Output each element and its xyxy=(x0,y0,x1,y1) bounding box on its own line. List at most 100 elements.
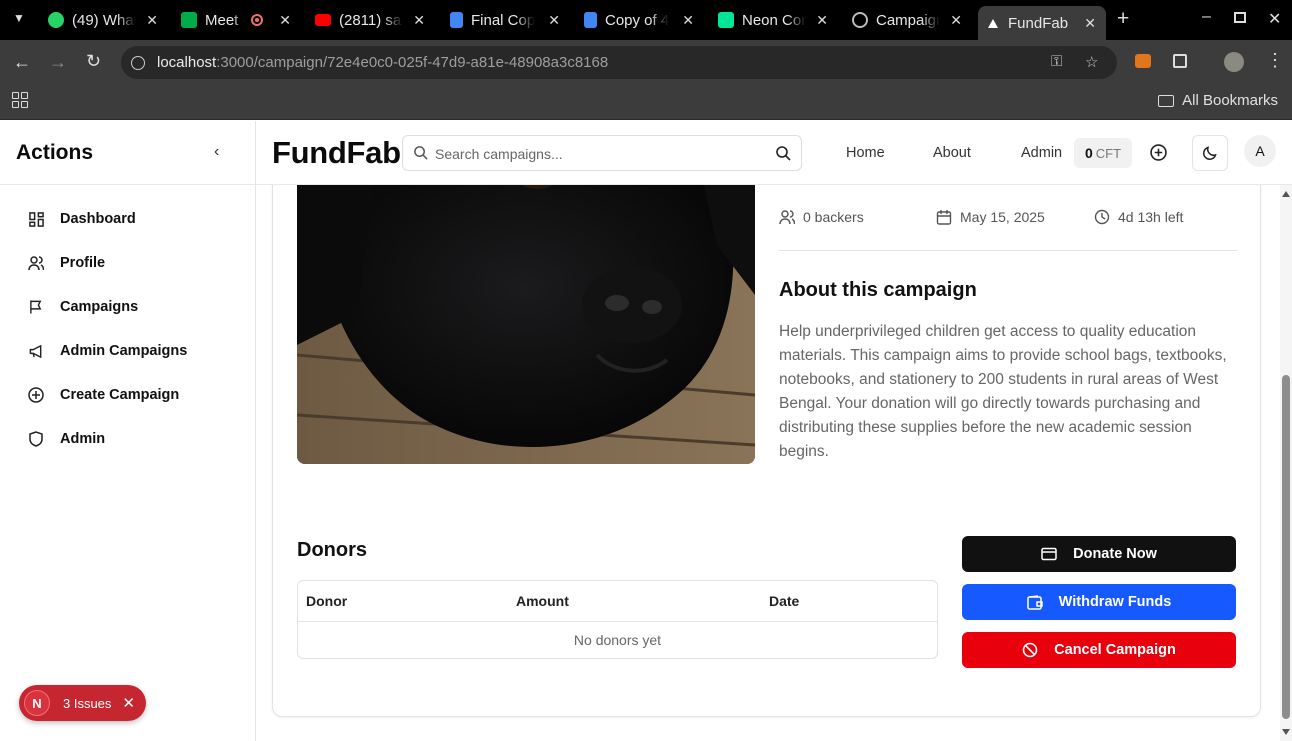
campaign-image xyxy=(297,185,755,464)
close-tab-icon[interactable]: ✕ xyxy=(950,12,962,29)
reload-icon[interactable]: ↻ xyxy=(86,51,101,72)
nav-about[interactable]: About xyxy=(933,145,971,161)
chevron-left-icon[interactable]: ‹ xyxy=(214,143,219,161)
forward-icon[interactable]: → xyxy=(49,52,67,73)
theme-toggle-button[interactable] xyxy=(1192,135,1228,171)
extensions-puzzle-icon[interactable] xyxy=(1173,54,1187,68)
scroll-up-arrow-icon[interactable] xyxy=(1282,191,1290,197)
globe-icon xyxy=(852,12,868,28)
cft-unit: CFT xyxy=(1095,145,1122,161)
browser-tab[interactable]: Neon Console ✕ xyxy=(718,6,828,34)
app-logo[interactable]: FundFab xyxy=(272,135,401,171)
tab-title: (49) WhatsApp xyxy=(72,11,136,29)
campaign-date: May 15, 2025 xyxy=(936,209,1045,225)
browser-tab[interactable]: (49) WhatsApp ✕ xyxy=(48,6,158,34)
sidebar: Actions ‹ Dashboard Profile Campaigns Ad… xyxy=(0,121,256,741)
all-bookmarks[interactable]: All Bookmarks xyxy=(1158,92,1278,109)
credit-card-icon xyxy=(1041,547,1057,561)
close-tab-icon[interactable]: ✕ xyxy=(279,12,291,29)
search-placeholder: Search campaigns... xyxy=(435,146,563,162)
maximize-icon[interactable] xyxy=(1234,12,1246,23)
site-info-icon[interactable] xyxy=(131,56,145,70)
scrollbar[interactable] xyxy=(1280,185,1292,741)
column-header-date: Date xyxy=(769,593,800,609)
close-window-icon[interactable]: ✕ xyxy=(1268,9,1281,29)
neon-icon xyxy=(718,12,734,28)
tab-search-chevron-icon[interactable]: ▼ xyxy=(13,11,25,25)
cancel-campaign-button[interactable]: Cancel Campaign xyxy=(962,632,1236,668)
sidebar-item-create-campaign[interactable]: Create Campaign xyxy=(28,383,179,407)
bookmark-star-icon[interactable]: ☆ xyxy=(1085,53,1098,71)
backers-count: 0 backers xyxy=(779,209,864,225)
browser-tab[interactable]: Copy of 4 ✕ xyxy=(584,6,694,34)
close-tab-icon[interactable]: ✕ xyxy=(146,12,158,29)
url-text[interactable]: localhost:3000/campaign/72e4e0c0-025f-47… xyxy=(157,54,608,71)
browser-tab[interactable]: (2811) saregama ✕ xyxy=(315,6,425,34)
avatar[interactable]: A xyxy=(1244,135,1276,167)
browser-tab[interactable]: Meet - ✕ xyxy=(181,6,291,34)
plus-circle-icon[interactable] xyxy=(1150,144,1167,166)
scroll-down-arrow-icon[interactable] xyxy=(1282,729,1290,735)
sidebar-item-label: Dashboard xyxy=(60,211,136,227)
new-tab-icon[interactable]: + xyxy=(1117,7,1129,31)
apps-grid-icon[interactable] xyxy=(12,92,28,108)
profile-avatar-icon[interactable] xyxy=(1224,52,1244,72)
sidebar-item-profile[interactable]: Profile xyxy=(28,251,105,275)
browser-menu-icon[interactable]: ⋮ xyxy=(1266,50,1284,71)
about-text: Help underprivileged children get access… xyxy=(779,323,1227,460)
address-bar[interactable]: localhost:3000/campaign/72e4e0c0-025f-47… xyxy=(121,46,1117,79)
time-left-text: 4d 13h left xyxy=(1118,209,1184,225)
sidebar-item-campaigns[interactable]: Campaigns xyxy=(28,295,138,319)
close-tab-icon[interactable]: ✕ xyxy=(682,12,694,29)
dev-issues-badge[interactable]: N 3 Issues ✕ xyxy=(19,685,146,721)
sidebar-item-dashboard[interactable]: Dashboard xyxy=(28,207,136,231)
browser-tab[interactable]: Final Copy ✕ xyxy=(450,6,560,34)
all-bookmarks-label: All Bookmarks xyxy=(1182,92,1278,109)
app: Actions ‹ Dashboard Profile Campaigns Ad… xyxy=(0,121,1292,741)
users-icon xyxy=(28,255,44,271)
sidebar-item-label: Admin xyxy=(60,431,106,447)
extension-fox-icon[interactable] xyxy=(1135,54,1151,68)
nav-home[interactable]: Home xyxy=(846,145,885,161)
sidebar-item-admin[interactable]: Admin xyxy=(28,427,105,451)
search-input[interactable]: Search campaigns... xyxy=(402,135,802,171)
password-key-icon[interactable]: ⚿ xyxy=(1051,53,1062,70)
sidebar-item-admin-campaigns[interactable]: Admin Campaigns xyxy=(28,339,187,363)
column-header-donor: Donor xyxy=(306,593,348,609)
folder-icon xyxy=(1158,94,1175,107)
meet-icon xyxy=(181,12,197,28)
calendar-icon xyxy=(936,210,952,225)
search-icon xyxy=(413,145,428,165)
close-tab-icon[interactable]: ✕ xyxy=(548,12,560,29)
browser-tab[interactable]: Campaign ✕ xyxy=(852,6,962,34)
withdraw-button[interactable]: Withdraw Funds xyxy=(962,584,1236,620)
tab-title: Campaign xyxy=(876,11,940,29)
close-tab-icon[interactable]: ✕ xyxy=(1084,15,1096,32)
donate-button[interactable]: Donate Now xyxy=(962,536,1236,572)
search-submit-icon[interactable] xyxy=(775,145,791,166)
browser-tab-active[interactable]: FundFab ✕ xyxy=(978,6,1106,40)
donors-table: Donor Amount Date No donors yet xyxy=(297,580,938,659)
wallet-icon xyxy=(1026,594,1043,610)
dashboard-icon xyxy=(28,211,44,227)
nav-admin[interactable]: Admin xyxy=(1021,145,1062,161)
ban-icon xyxy=(1022,642,1038,658)
docs-icon xyxy=(450,12,463,28)
scroll-thumb[interactable] xyxy=(1282,375,1290,719)
donate-label: Donate Now xyxy=(1073,546,1157,562)
close-tab-icon[interactable]: ✕ xyxy=(816,12,828,29)
close-tab-icon[interactable]: ✕ xyxy=(413,12,425,29)
tab-title: Neon Console xyxy=(742,11,806,29)
cancel-label: Cancel Campaign xyxy=(1054,642,1176,658)
close-icon[interactable]: ✕ xyxy=(122,694,135,712)
sidebar-title: Actions xyxy=(16,141,94,164)
url-host: localhost xyxy=(157,54,217,71)
date-text: May 15, 2025 xyxy=(960,209,1045,225)
sidebar-header: Actions ‹ xyxy=(0,121,255,185)
sidebar-item-label: Create Campaign xyxy=(60,387,180,403)
back-icon[interactable]: ← xyxy=(13,52,31,73)
minimize-icon[interactable]: – xyxy=(1202,8,1211,26)
main-content: 0 backers May 15, 2025 4d 13h left About… xyxy=(256,185,1280,741)
issues-count[interactable]: 3 Issues xyxy=(63,696,111,711)
vercel-icon xyxy=(988,18,998,28)
